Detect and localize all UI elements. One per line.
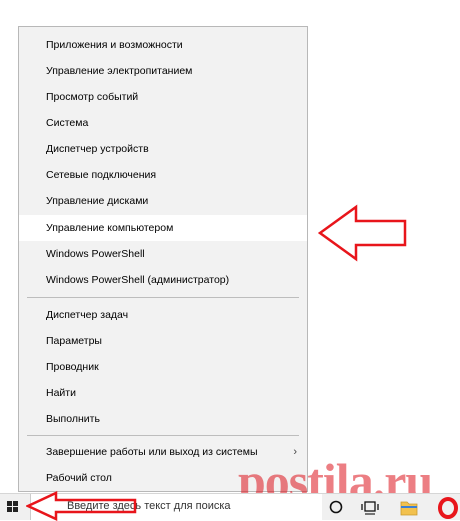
menu-item-network-connections[interactable]: Сетевые подключения — [19, 162, 307, 188]
opera-icon[interactable] — [436, 494, 460, 520]
menu-item-label: Управление компьютером — [46, 222, 174, 234]
menu-item-disk-management[interactable]: Управление дисками — [19, 188, 307, 214]
menu-item-system[interactable]: Система — [19, 110, 307, 136]
menu-item-label: Параметры — [46, 335, 102, 347]
menu-item-label: Система — [46, 117, 89, 129]
menu-item-search[interactable]: Найти — [19, 380, 307, 406]
menu-item-label: Выполнить — [46, 413, 100, 425]
menu-item-label: Найти — [46, 387, 76, 399]
menu-item-label: Диспетчер устройств — [46, 143, 149, 155]
menu-item-label: Управление электропитанием — [46, 65, 193, 77]
menu-separator — [27, 297, 299, 298]
menu-item-task-manager[interactable]: Диспетчер задач — [19, 302, 307, 328]
cortana-circle-icon[interactable] — [327, 494, 345, 520]
menu-item-power-options[interactable]: Управление электропитанием — [19, 58, 307, 84]
menu-item-label: Завершение работы или выход из системы — [46, 446, 258, 458]
menu-item-label: Windows PowerShell — [46, 248, 145, 260]
arrow-to-start-button — [26, 491, 137, 521]
menu-item-label: Рабочий стол — [46, 472, 112, 484]
menu-item-label: Управление дисками — [46, 195, 149, 207]
menu-item-computer-management[interactable]: Управление компьютером — [19, 215, 307, 241]
menu-item-run[interactable]: Выполнить — [19, 406, 307, 432]
menu-item-apps-features[interactable]: Приложения и возможности — [19, 32, 307, 58]
menu-item-event-viewer[interactable]: Просмотр событий — [19, 84, 307, 110]
menu-item-device-manager[interactable]: Диспетчер устройств — [19, 136, 307, 162]
menu-item-label: Проводник — [46, 361, 99, 373]
file-explorer-icon[interactable] — [398, 494, 420, 520]
menu-item-label: Сетевые подключения — [46, 169, 157, 181]
winx-context-menu: Приложения и возможности Управление элек… — [18, 26, 308, 492]
arrow-to-manage-computer — [318, 204, 407, 262]
menu-item-powershell[interactable]: Windows PowerShell — [19, 241, 307, 267]
menu-item-label: Просмотр событий — [46, 91, 139, 103]
menu-item-settings[interactable]: Параметры — [19, 328, 307, 354]
menu-item-label: Windows PowerShell (администратор) — [46, 274, 230, 286]
menu-item-file-explorer[interactable]: Проводник — [19, 354, 307, 380]
menu-item-label: Приложения и возможности — [46, 39, 183, 51]
menu-separator — [27, 435, 299, 436]
menu-item-label: Диспетчер задач — [46, 309, 129, 321]
menu-item-powershell-admin[interactable]: Windows PowerShell (администратор) — [19, 267, 307, 293]
task-view-icon[interactable] — [360, 494, 380, 520]
